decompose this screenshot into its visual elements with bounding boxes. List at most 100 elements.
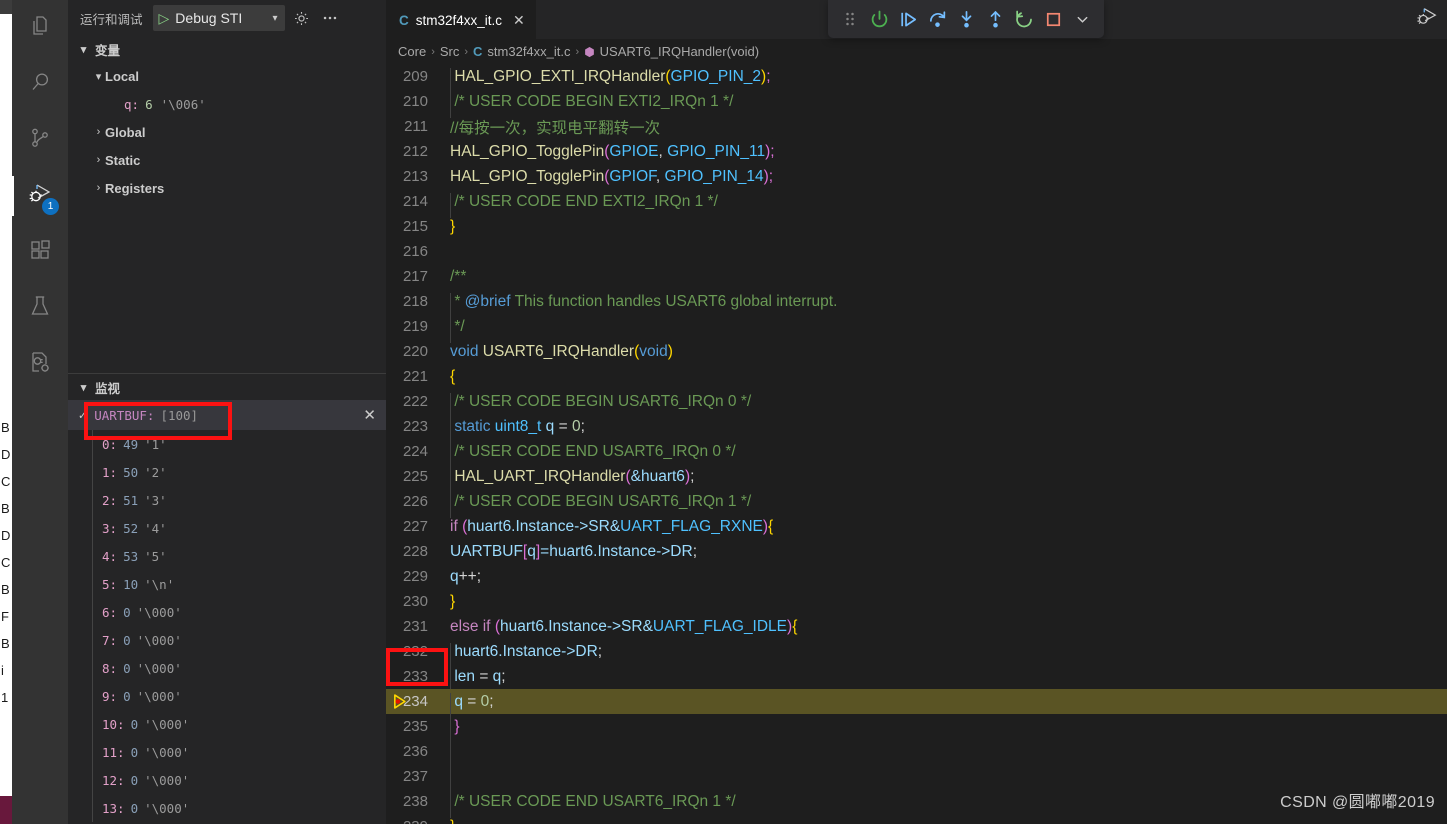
watch-expression-row[interactable]: ✓ UARTBUF: [100] ✕ xyxy=(68,400,386,430)
step-over-icon[interactable] xyxy=(924,6,950,32)
code-line[interactable]: 216 xyxy=(386,239,1447,264)
code-line[interactable]: 218 * @brief This function handles USART… xyxy=(386,289,1447,318)
code-line[interactable]: 213 HAL_GPIO_TogglePin(GPIOF, GPIO_PIN_14… xyxy=(386,164,1447,189)
watch-child-row[interactable]: 7: 0 '\000' xyxy=(68,626,386,654)
watch-child-value: 0 xyxy=(123,688,131,704)
scope-registers[interactable]: › Registers xyxy=(68,174,386,202)
code-line[interactable]: 222 /* USER CODE BEGIN USART6_IRQn 0 */ xyxy=(386,389,1447,418)
watch-child-row[interactable]: 10: 0 '\000' xyxy=(68,710,386,738)
code-line[interactable]: 225 HAL_UART_IRQHandler(&huart6); xyxy=(386,464,1447,493)
code-line[interactable]: 231 else if (huart6.Instance->SR&UART_FLA… xyxy=(386,614,1447,639)
code-line[interactable]: 227 if (huart6.Instance->SR&UART_FLAG_RXN… xyxy=(386,514,1447,539)
step-into-icon[interactable] xyxy=(953,6,979,32)
scope-local[interactable]: ▾ Local xyxy=(68,62,386,90)
watch-child-row[interactable]: 12: 0 '\000' xyxy=(68,766,386,794)
breadcrumb-item-core[interactable]: Core xyxy=(398,44,426,59)
variables-section-header[interactable]: ▾ 变量 xyxy=(68,36,386,62)
breakpoint-current-line-icon[interactable] xyxy=(392,693,409,710)
code-token: = xyxy=(479,667,493,685)
code-line[interactable]: 230} xyxy=(386,589,1447,614)
watch-child-row[interactable]: 9: 0 '\000' xyxy=(68,682,386,710)
code-line[interactable]: 215} xyxy=(386,214,1447,239)
watch-child-row[interactable]: 13: 0 '\000' xyxy=(68,794,386,822)
activity-item-cpp-config[interactable] xyxy=(12,336,68,392)
code-line[interactable]: 233 len = q; xyxy=(386,664,1447,693)
stop-icon[interactable] xyxy=(1040,6,1066,32)
code-line[interactable]: 223 static uint8_t q = 0; xyxy=(386,414,1447,443)
watch-child-row[interactable]: 6: 0 '\000' xyxy=(68,598,386,626)
code-line[interactable]: 234 q = 0; xyxy=(386,689,1447,718)
chevron-down-icon[interactable] xyxy=(1069,6,1095,32)
code-line[interactable]: 210 /* USER CODE BEGIN EXTI2_IRQn 1 */ xyxy=(386,89,1447,118)
code-line[interactable]: 221 { xyxy=(386,364,1447,389)
background-text-fragment: 1 xyxy=(1,690,9,705)
breadcrumb-item-file[interactable]: stm32f4xx_it.c xyxy=(487,44,570,59)
activity-item-testing[interactable] xyxy=(12,280,68,336)
grip-icon[interactable] xyxy=(837,6,863,32)
editor-tab-stm32f4xx-it-c[interactable]: C stm32f4xx_it.c ✕ xyxy=(386,0,536,39)
code-line[interactable]: 212 HAL_GPIO_TogglePin(GPIOE, GPIO_PIN_11… xyxy=(386,139,1447,164)
watch-child-char: '\000' xyxy=(144,772,190,788)
watch-child-row[interactable]: 2: 51 '3' xyxy=(68,486,386,514)
watch-child-row[interactable]: 11: 0 '\000' xyxy=(68,738,386,766)
code-text: /* USER CODE END USART6_IRQn 1 */ xyxy=(450,792,736,818)
watch-child-row[interactable]: 3: 52 '4' xyxy=(68,514,386,542)
code-line[interactable]: 229 q++; xyxy=(386,564,1447,589)
run-and-debug-icon[interactable] xyxy=(1415,5,1439,34)
chevron-down-icon[interactable]: ✓ xyxy=(78,409,87,422)
code-line[interactable]: 209 HAL_GPIO_EXTI_IRQHandler(GPIO_PIN_2)… xyxy=(386,64,1447,93)
play-icon[interactable]: ▷ xyxy=(159,11,170,25)
activity-item-search[interactable] xyxy=(12,56,68,112)
restart-icon[interactable] xyxy=(1011,6,1037,32)
code-line[interactable]: 214 /* USER CODE END EXTI2_IRQn 1 */ xyxy=(386,189,1447,218)
code-line[interactable]: 235 } xyxy=(386,714,1447,743)
watch-child-row[interactable]: 5: 10 '\n' xyxy=(68,570,386,598)
watch-child-index: 4: xyxy=(102,548,118,564)
power-icon[interactable] xyxy=(866,6,892,32)
breadcrumb-item-symbol[interactable]: USART6_IRQHandler(void) xyxy=(600,44,759,59)
code-line[interactable]: 232 huart6.Instance->DR; xyxy=(386,639,1447,668)
watch-child-row[interactable]: 4: 53 '5' xyxy=(68,542,386,570)
code-line[interactable]: 226 /* USER CODE BEGIN USART6_IRQn 1 */ xyxy=(386,489,1447,518)
code-editor[interactable]: 209 HAL_GPIO_EXTI_IRQHandler(GPIO_PIN_2)… xyxy=(386,64,1447,824)
close-icon[interactable]: ✕ xyxy=(363,406,376,424)
scope-static[interactable]: › Static xyxy=(68,146,386,174)
watch-child-value: 0 xyxy=(130,744,139,760)
code-line[interactable]: 217 /** xyxy=(386,264,1447,289)
code-line[interactable]: 211 //每按一次，实现电平翻转一次 xyxy=(386,114,1447,139)
code-line[interactable]: 228 UARTBUF[q]=huart6.Instance->DR; xyxy=(386,539,1447,564)
code-line[interactable]: 236 xyxy=(386,739,1447,768)
line-number: 226 xyxy=(402,493,428,510)
watch-child-row[interactable]: 8: 0 '\000' xyxy=(68,654,386,682)
scope-global[interactable]: › Global xyxy=(68,118,386,146)
launch-configuration-select[interactable]: ▷ Debug STI ▾ xyxy=(152,5,285,31)
step-out-icon[interactable] xyxy=(982,6,1008,32)
activity-item-explorer[interactable] xyxy=(12,0,68,56)
watch-section-header[interactable]: ▾ 监视 xyxy=(68,374,386,400)
code-line[interactable]: 219 */ xyxy=(386,314,1447,343)
debug-continue-icon[interactable] xyxy=(895,6,921,32)
code-line[interactable]: 237 xyxy=(386,764,1447,793)
activity-item-run-and-debug[interactable]: 1 xyxy=(12,168,68,224)
code-token: GPIO_PIN_2 xyxy=(670,67,762,85)
code-line[interactable]: 239} xyxy=(386,814,1447,824)
close-icon[interactable]: ✕ xyxy=(513,12,525,29)
chevron-down-icon[interactable]: ▾ xyxy=(272,13,277,24)
gear-icon[interactable] xyxy=(291,7,313,29)
code-line[interactable]: 224 /* USER CODE END USART6_IRQn 0 */ xyxy=(386,439,1447,468)
code-line[interactable]: 220 void USART6_IRQHandler(void) xyxy=(386,339,1447,364)
code-token: { xyxy=(450,367,456,385)
watch-child-row[interactable]: 1: 50 '2' xyxy=(68,458,386,486)
editor-area: C stm32f4xx_it.c ✕ Core › Src › C stm32f… xyxy=(386,0,1447,824)
code-text: void USART6_IRQHandler(void) xyxy=(450,343,673,361)
watch-child-char: '3' xyxy=(144,492,167,508)
code-token: /* USER CODE END EXTI2_IRQn 1 */ xyxy=(454,192,718,210)
activity-item-source-control[interactable] xyxy=(12,112,68,168)
ellipsis-icon[interactable] xyxy=(319,7,341,29)
breadcrumb-item-src[interactable]: Src xyxy=(440,44,460,59)
watch-child-row[interactable]: 0: 49 '1' xyxy=(68,430,386,458)
variable-row[interactable]: q: 6 '\006' xyxy=(68,90,386,118)
launch-config-name: Debug STI xyxy=(175,10,243,26)
activity-item-extensions[interactable] xyxy=(12,224,68,280)
code-text: if (huart6.Instance->SR&UART_FLAG_RXNE){ xyxy=(450,518,773,536)
